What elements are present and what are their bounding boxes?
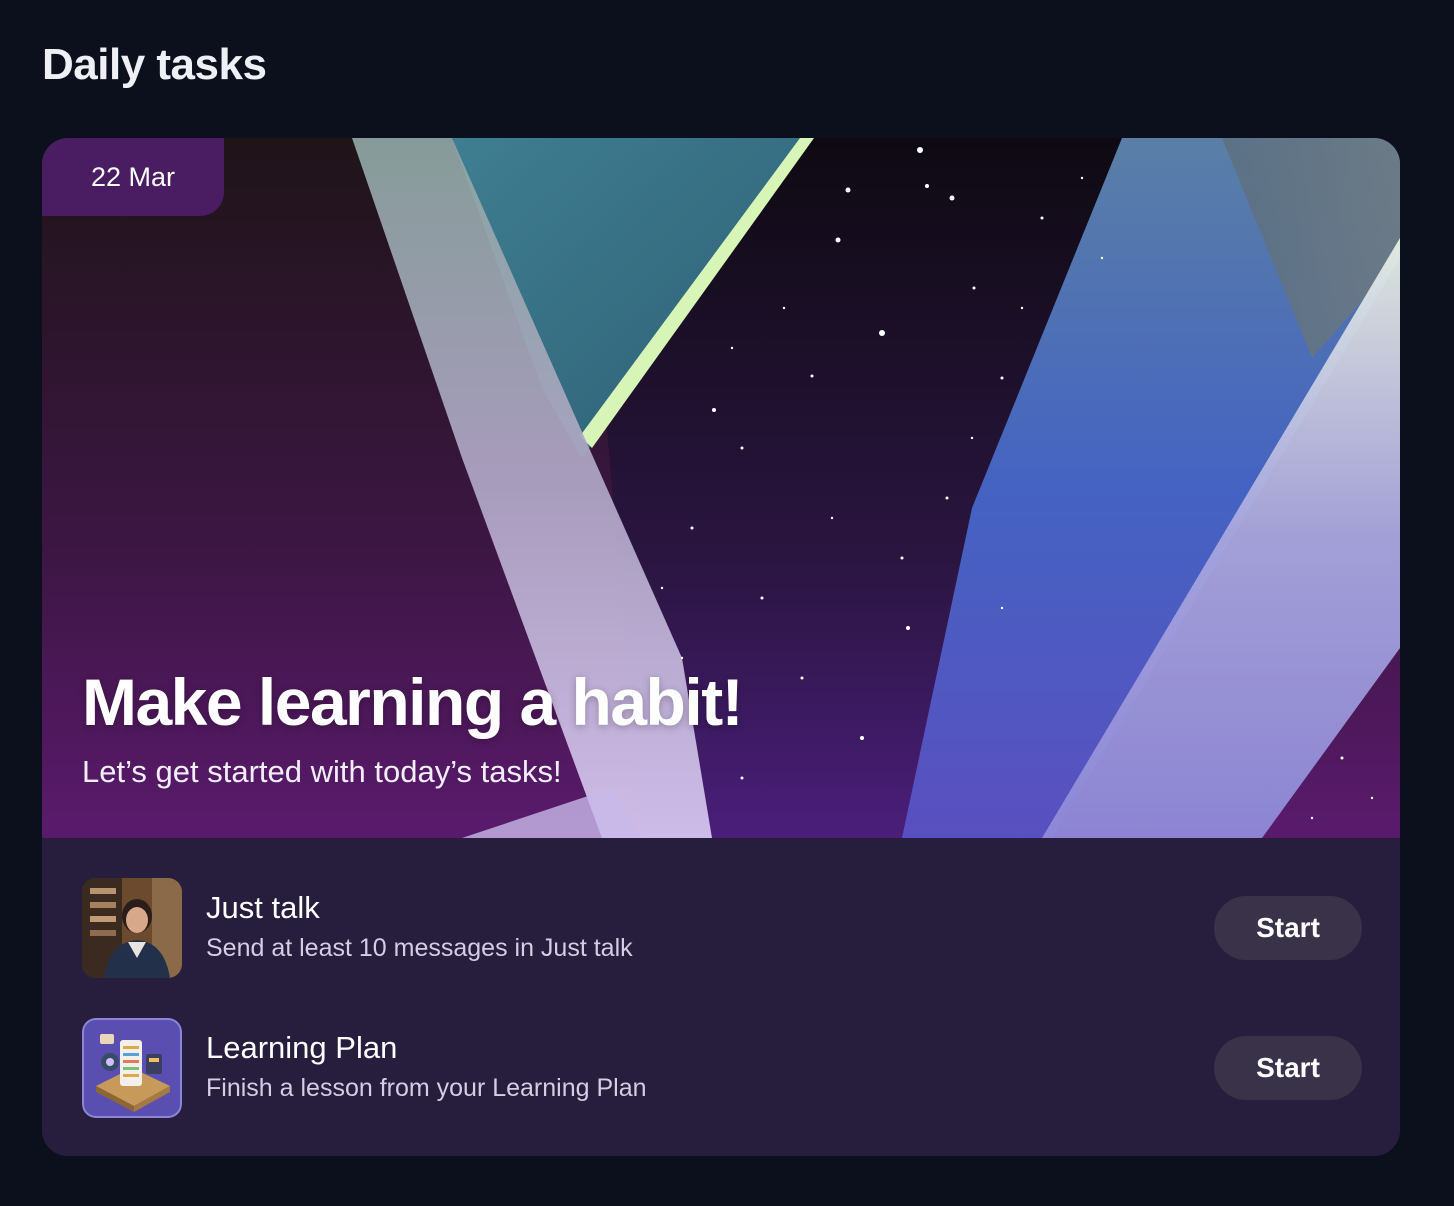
task-list: Just talk Send at least 10 messages in J… [42,838,1400,1156]
learning-plan-illustration-icon [82,1018,182,1118]
task-title: Learning Plan [206,1030,398,1065]
hero-banner: 22 Mar Make learning a habit! Let’s get … [42,138,1400,838]
page-title: Daily tasks [42,40,267,89]
hero-title: Make learning a habit! [82,665,744,739]
start-button-learning-plan[interactable]: Start [1214,1036,1362,1100]
date-badge: 22 Mar [42,138,224,216]
start-button-just-talk[interactable]: Start [1214,896,1362,960]
hero-subtitle: Let’s get started with today’s tasks! [82,754,562,789]
portrait-thumbnail-icon [82,878,182,978]
task-title: Just talk [206,890,320,925]
task-description: Send at least 10 messages in Just talk [206,934,633,962]
daily-task-card: 22 Mar Make learning a habit! Let’s get … [42,138,1400,1156]
task-description: Finish a lesson from your Learning Plan [206,1074,647,1102]
task-item-learning-plan[interactable]: Learning Plan Finish a lesson from your … [82,1018,1362,1118]
task-item-just-talk[interactable]: Just talk Send at least 10 messages in J… [82,878,1362,978]
